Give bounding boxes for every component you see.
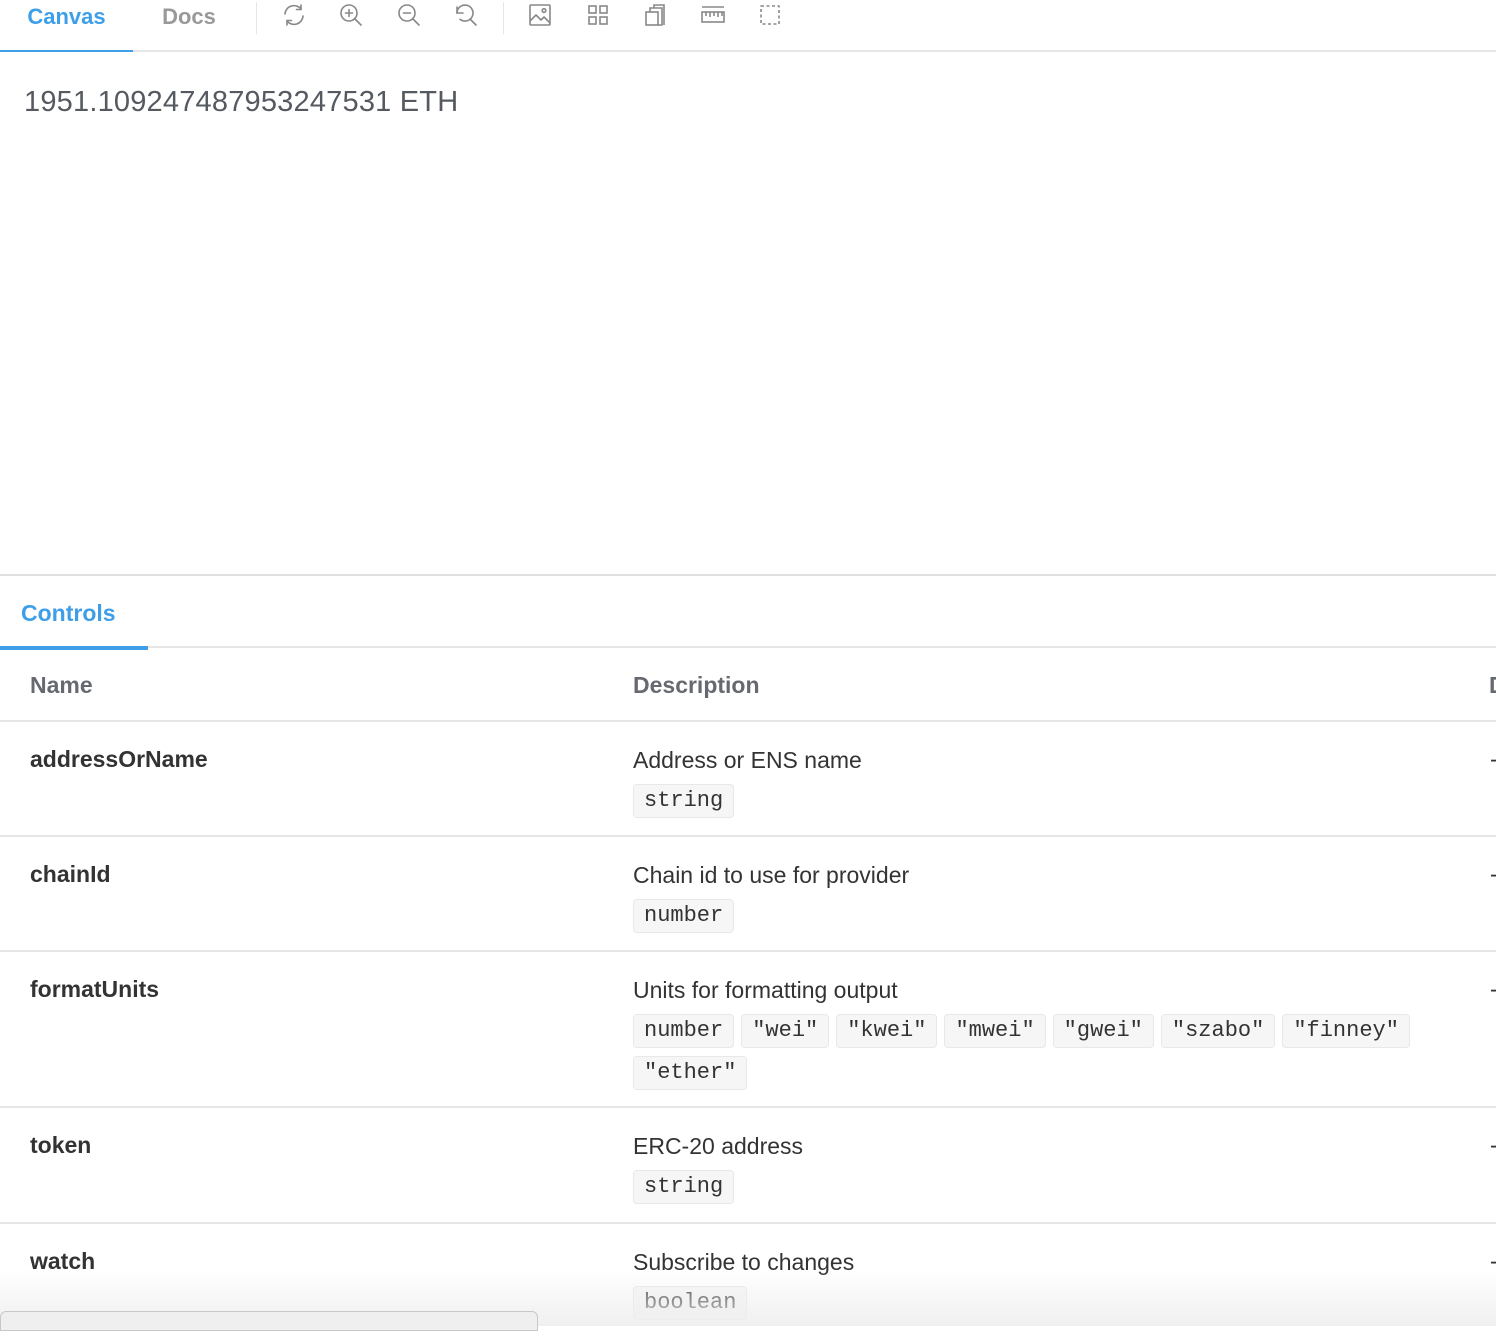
- type-chip: "finney": [1282, 1014, 1410, 1048]
- control-default: -: [1490, 976, 1496, 1003]
- control-description: Units for formatting output number "wei"…: [633, 976, 1433, 1098]
- type-list: boolean: [633, 1286, 1433, 1328]
- control-description: ERC-20 address string: [633, 1132, 1433, 1212]
- control-description: Address or ENS name string: [633, 746, 1433, 826]
- type-chip: "szabo": [1160, 1014, 1276, 1048]
- description-text: Address or ENS name: [633, 747, 862, 773]
- column-header-default: D: [1489, 672, 1496, 699]
- toolbar: Canvas Docs: [0, 0, 1496, 54]
- tab-controls[interactable]: Controls: [0, 576, 148, 650]
- type-list: number: [633, 899, 1433, 941]
- grid-button[interactable]: [583, 2, 613, 32]
- outline-button[interactable]: [755, 2, 785, 32]
- control-description: Subscribe to changes boolean: [633, 1248, 1433, 1328]
- toolbar-divider: [503, 2, 504, 34]
- control-default: -: [1490, 746, 1496, 773]
- outline-icon: [757, 2, 783, 33]
- control-name: addressOrName: [30, 746, 208, 772]
- reload-icon: [281, 2, 307, 33]
- description-text: Subscribe to changes: [633, 1249, 855, 1275]
- control-default: -: [1490, 1132, 1496, 1159]
- table-row: token ERC-20 address string -: [0, 1108, 1496, 1224]
- type-chip: "wei": [741, 1014, 830, 1048]
- description-text: Chain id to use for provider: [633, 862, 910, 888]
- control-name: formatUnits: [30, 976, 160, 1002]
- type-chip: string: [633, 1170, 735, 1204]
- zoom-out-icon: [396, 2, 422, 33]
- description-text: ERC-20 address: [633, 1133, 804, 1159]
- reset-zoom-icon: [453, 2, 479, 33]
- table-row: addressOrName Address or ENS name string…: [0, 722, 1496, 837]
- control-name: watch: [30, 1248, 96, 1274]
- type-chip: string: [633, 784, 735, 818]
- zoom-in-icon: [338, 2, 364, 33]
- viewport-button[interactable]: [640, 2, 670, 32]
- control-default: -: [1490, 1248, 1496, 1275]
- type-chip: "mwei": [944, 1014, 1046, 1048]
- viewport-icon: [642, 2, 668, 33]
- tab-docs[interactable]: Docs: [148, 0, 230, 52]
- canvas-preview: 1951.109247487953247531 ETH: [0, 52, 1496, 574]
- background-image-icon: [527, 2, 553, 33]
- notification-toast[interactable]: [0, 1311, 538, 1331]
- zoom-in-button[interactable]: [336, 2, 366, 32]
- measure-icon: [700, 2, 726, 33]
- table-row: formatUnits Units for formatting output …: [0, 952, 1496, 1108]
- type-chip: "kwei": [836, 1014, 938, 1048]
- type-chip: "gwei": [1052, 1014, 1154, 1048]
- measure-button[interactable]: [698, 2, 728, 32]
- balance-value: 1951.109247487953247531 ETH: [24, 86, 459, 118]
- reload-button[interactable]: [279, 2, 309, 32]
- column-header-description: Description: [633, 672, 760, 698]
- type-chip: number: [633, 1014, 735, 1048]
- type-chip: "ether": [633, 1056, 748, 1090]
- type-list: string: [633, 784, 1433, 826]
- controls-table: Name Description D addressOrName Address…: [0, 650, 1496, 1340]
- background-button[interactable]: [525, 2, 555, 32]
- toolbar-divider: [256, 2, 257, 34]
- control-description: Chain id to use for provider number: [633, 861, 1433, 941]
- control-name: chainId: [30, 861, 111, 887]
- type-list: number "wei" "kwei" "mwei" "gwei" "szabo…: [633, 1014, 1433, 1098]
- type-chip: boolean: [633, 1286, 748, 1320]
- addons-panel: Controls Name Description D addressOrNam…: [0, 574, 1496, 1326]
- tab-canvas[interactable]: Canvas: [0, 0, 133, 54]
- type-chip: number: [633, 899, 735, 933]
- control-name: token: [30, 1132, 92, 1158]
- type-list: string: [633, 1170, 1433, 1212]
- panel-tabs: Controls: [0, 576, 1496, 650]
- control-default: -: [1490, 861, 1496, 888]
- description-text: Units for formatting output: [633, 977, 898, 1003]
- table-header: Name Description D: [0, 650, 1496, 722]
- column-header-name: Name: [30, 672, 93, 698]
- zoom-out-button[interactable]: [394, 2, 424, 32]
- table-row: chainId Chain id to use for provider num…: [0, 837, 1496, 952]
- grid-icon: [585, 2, 611, 33]
- reset-zoom-button[interactable]: [451, 2, 481, 32]
